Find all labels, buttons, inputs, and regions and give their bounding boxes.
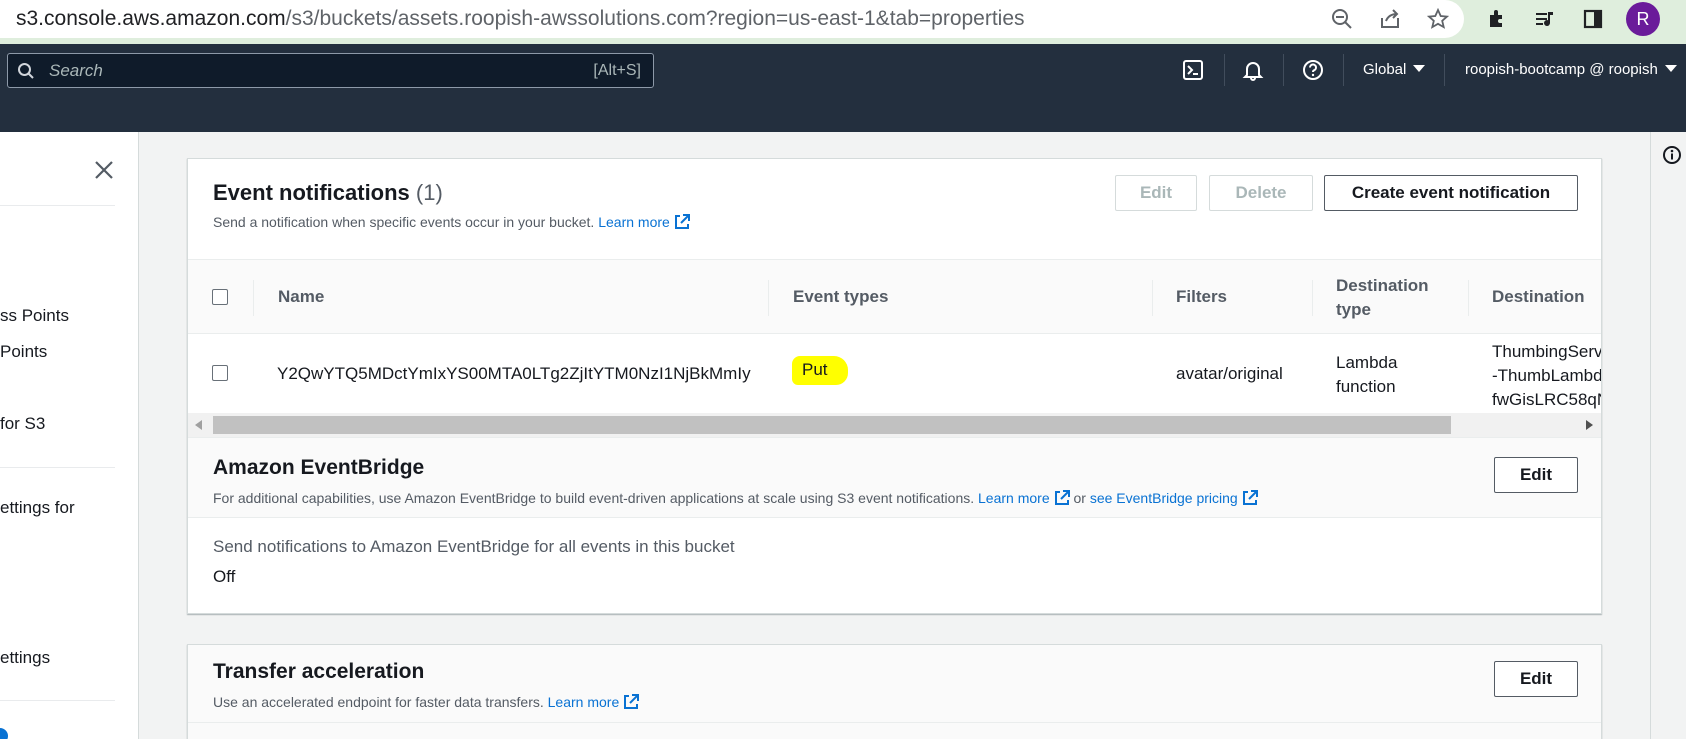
create-event-notification-button[interactable]: Create event notification: [1324, 175, 1578, 211]
destination-link[interactable]: ThumbingServ -ThumbLambd fwGisLRC58qN: [1492, 340, 1601, 412]
destination-type-cell: Lambda function: [1336, 353, 1398, 396]
filter-cell: avatar/original: [1176, 364, 1283, 383]
eventbridge-description: For additional capabilities, use Amazon …: [213, 490, 1258, 506]
column-header-destination-type[interactable]: Destination type: [1336, 274, 1429, 322]
external-link-icon: [1242, 490, 1258, 505]
media-queue-icon[interactable]: [1532, 6, 1558, 32]
search-input[interactable]: Search [Alt+S]: [7, 53, 654, 88]
select-all-checkbox[interactable]: [212, 289, 228, 305]
chevron-down-icon: [1413, 64, 1426, 72]
info-icon[interactable]: [1662, 145, 1682, 165]
learn-more-link[interactable]: Learn more: [548, 694, 640, 710]
column-header-event-types[interactable]: Event types: [793, 287, 888, 307]
divider: [0, 700, 115, 701]
divider: [188, 517, 1601, 518]
nav-separator: [1283, 54, 1284, 86]
row-checkbox[interactable]: [212, 365, 228, 381]
column-divider: [1468, 280, 1469, 316]
divider: [188, 722, 1601, 723]
chevron-down-icon: [1664, 64, 1677, 72]
nav-separator: [1444, 54, 1445, 86]
notification-name: Y2QwYTQ5MDctYmIxYS00MTA0LTg2ZjItYTM0NzI1…: [277, 364, 751, 383]
notifications-bell-icon[interactable]: [1240, 57, 1266, 83]
divider: [0, 467, 115, 468]
learn-more-link[interactable]: Learn more: [598, 214, 690, 230]
eventbridge-setting-label: Send notifications to Amazon EventBridge…: [213, 537, 735, 556]
panel-description: Send a notification when specific events…: [213, 214, 690, 230]
eventbridge-title: Amazon EventBridge: [213, 456, 425, 479]
eventbridge-pricing-link[interactable]: see EventBridge pricing: [1090, 490, 1258, 506]
transfer-acceleration-title: Transfer acceleration: [213, 660, 425, 683]
sidebar-item[interactable]: for S3: [0, 414, 45, 434]
transfer-acceleration-description: Use an accelerated endpoint for faster d…: [213, 694, 640, 710]
search-shortcut: [Alt+S]: [593, 62, 641, 79]
eventbridge-edit-button[interactable]: Edit: [1494, 457, 1578, 493]
eventbridge-setting-value: Off: [213, 567, 236, 586]
horizontal-scrollbar[interactable]: [188, 413, 1601, 437]
panel-title: Event notifications (1): [213, 180, 443, 205]
tools-panel-border: [1650, 132, 1651, 739]
learn-more-link[interactable]: Learn more: [978, 490, 1070, 506]
scroll-left-icon[interactable]: [195, 420, 203, 430]
scrollbar-thumb[interactable]: [213, 416, 1451, 434]
close-icon[interactable]: [92, 158, 116, 182]
column-divider: [253, 280, 254, 316]
zoom-out-icon[interactable]: [1329, 6, 1355, 32]
external-link-icon: [1054, 490, 1070, 505]
extensions-icon[interactable]: [1484, 6, 1510, 32]
share-icon[interactable]: [1377, 6, 1403, 32]
column-header-destination[interactable]: Destination: [1492, 287, 1585, 307]
edit-button[interactable]: Edit: [1115, 175, 1197, 211]
column-divider: [768, 280, 769, 316]
search-placeholder: Search: [49, 61, 103, 80]
feedback-icon[interactable]: [0, 728, 8, 739]
transfer-acceleration-edit-button[interactable]: Edit: [1494, 661, 1578, 697]
nav-separator: [1343, 54, 1344, 86]
address-bar[interactable]: s3.console.aws.amazon.com/s3/buckets/ass…: [0, 0, 1464, 38]
scroll-right-icon[interactable]: [1586, 420, 1594, 430]
column-divider: [1312, 280, 1313, 316]
sidebar-item[interactable]: ettings: [0, 648, 50, 668]
bookmark-star-icon[interactable]: [1425, 6, 1451, 32]
column-divider: [1152, 280, 1153, 316]
external-link-icon: [624, 694, 640, 709]
sidebar-item[interactable]: ss Points: [0, 306, 69, 326]
help-icon[interactable]: [1300, 57, 1326, 83]
browser-toolbar: s3.console.aws.amazon.com/s3/buckets/ass…: [0, 0, 1686, 44]
column-header-filters[interactable]: Filters: [1176, 287, 1227, 307]
account-menu[interactable]: roopish-bootcamp @ roopish: [1465, 61, 1677, 78]
search-icon: [17, 62, 35, 85]
column-header-name[interactable]: Name: [278, 287, 324, 307]
external-link-icon: [674, 214, 690, 229]
sidebar-item[interactable]: Points: [0, 342, 47, 362]
profile-avatar[interactable]: R: [1626, 2, 1660, 36]
divider: [0, 205, 115, 206]
aws-console-nav: Search [Alt+S] Global roopish-bootcamp @…: [0, 44, 1686, 132]
table-header: Name Event types Filters Destination type…: [188, 259, 1601, 334]
side-navigation: ss Points Points for S3 ettings for etti…: [0, 132, 139, 739]
region-selector[interactable]: Global: [1363, 61, 1426, 78]
event-type-cell: Put: [792, 356, 848, 385]
delete-button[interactable]: Delete: [1209, 175, 1313, 211]
sidebar-item[interactable]: ettings for: [0, 498, 75, 518]
cloudshell-icon[interactable]: [1180, 57, 1206, 83]
nav-separator: [1224, 54, 1225, 86]
url-text[interactable]: s3.console.aws.amazon.com/s3/buckets/ass…: [16, 7, 1025, 31]
transfer-acceleration-panel: Transfer acceleration Use an accelerated…: [187, 644, 1602, 739]
event-notifications-panel: Event notifications (1) Send a notificat…: [187, 158, 1602, 614]
side-panel-icon[interactable]: [1580, 6, 1606, 32]
